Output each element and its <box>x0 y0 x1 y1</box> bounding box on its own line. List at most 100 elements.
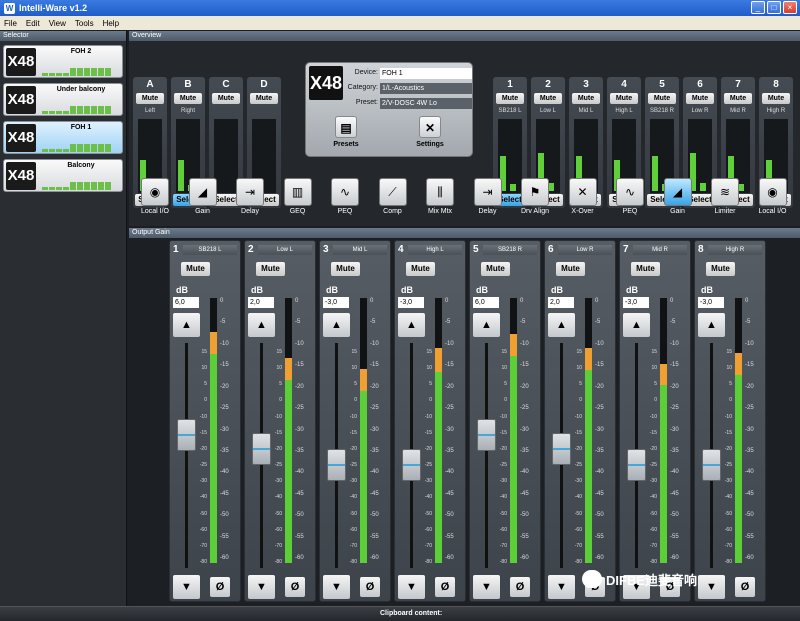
phase-invert-button[interactable]: Ø <box>285 577 305 597</box>
gain-fader[interactable] <box>477 419 496 451</box>
gain-value-field[interactable]: 2,0 <box>548 297 574 308</box>
gain-value-field[interactable]: -3,0 <box>323 297 349 308</box>
chain-node[interactable]: ◉ Local I/O <box>135 178 175 215</box>
gain-up-button[interactable]: ▲ <box>698 313 725 337</box>
mute-button[interactable]: Mute <box>572 93 600 104</box>
gain-value-field[interactable]: -3,0 <box>698 297 724 308</box>
gain-up-button[interactable]: ▲ <box>173 313 200 337</box>
chain-node[interactable]: ⇥ Delay <box>230 178 270 215</box>
mute-button[interactable]: Mute <box>331 262 360 276</box>
db-label: dB <box>701 285 713 295</box>
gain-down-button[interactable]: ▼ <box>698 575 725 599</box>
chain-node[interactable]: ⟋ Comp <box>373 178 413 215</box>
gain-up-button[interactable]: ▲ <box>248 313 275 337</box>
mute-button[interactable]: Mute <box>762 93 790 104</box>
chain-node[interactable]: ◉ Local I/O <box>753 178 793 215</box>
mute-button[interactable]: Mute <box>724 93 752 104</box>
minimize-button[interactable]: _ <box>751 1 765 14</box>
phase-invert-button[interactable]: Ø <box>435 577 455 597</box>
phase-invert-button[interactable]: Ø <box>510 577 530 597</box>
fader-scale-tick: -20 <box>574 445 582 452</box>
gain-fader[interactable] <box>177 419 196 451</box>
settings-button[interactable]: ✕ Settings <box>410 116 450 156</box>
gain-fader[interactable] <box>327 449 346 481</box>
mute-button[interactable]: Mute <box>181 262 210 276</box>
meter-scale-tick: -30 <box>370 426 379 433</box>
gain-value-field[interactable]: -3,0 <box>398 297 424 308</box>
chain-node[interactable]: ∿ PEQ <box>610 178 650 215</box>
menu-tools[interactable]: Tools <box>75 19 94 28</box>
mute-button[interactable]: Mute <box>496 93 524 104</box>
chain-node[interactable]: ⫼ Mix Mtx <box>420 178 460 215</box>
chain-node[interactable]: ⚑ Drv Align <box>515 178 555 215</box>
gain-fader[interactable] <box>252 433 271 465</box>
mute-button[interactable]: Mute <box>686 93 714 104</box>
maximize-button[interactable]: □ <box>767 1 781 14</box>
mute-button[interactable]: Mute <box>556 262 585 276</box>
phase-invert-button[interactable]: Ø <box>735 577 755 597</box>
mute-button[interactable]: Mute <box>256 262 285 276</box>
gain-down-button[interactable]: ▼ <box>173 575 200 599</box>
menu-edit[interactable]: Edit <box>26 19 40 28</box>
gain-down-button[interactable]: ▼ <box>473 575 500 599</box>
gain-up-button[interactable]: ▲ <box>548 313 575 337</box>
mute-button[interactable]: Mute <box>212 93 240 104</box>
gain-down-button[interactable]: ▼ <box>548 575 575 599</box>
chain-node[interactable]: ⇥ Delay <box>468 178 508 215</box>
mute-button[interactable]: Mute <box>631 262 660 276</box>
gain-up-button[interactable]: ▲ <box>623 313 650 337</box>
gain-icon: ◢ <box>188 178 217 206</box>
meter-scale-tick: -50 <box>295 512 304 519</box>
device-meters <box>42 98 120 114</box>
device-field[interactable]: FOH 1 <box>380 68 472 79</box>
gain-up-button[interactable]: ▲ <box>398 313 425 337</box>
close-button[interactable]: × <box>783 1 797 14</box>
menu-help[interactable]: Help <box>103 19 119 28</box>
channel-label: Low R <box>691 108 709 114</box>
mute-button[interactable]: Mute <box>250 93 278 104</box>
gain-value-field[interactable]: 2,0 <box>248 297 274 308</box>
mute-button[interactable]: Mute <box>648 93 676 104</box>
device-card[interactable]: X48 FOH 2 <box>3 45 123 78</box>
chain-node[interactable]: ∿ PEQ <box>325 178 365 215</box>
chain-node[interactable]: ✕ X-Over <box>563 178 603 215</box>
mute-button[interactable]: Mute <box>174 93 202 104</box>
gain-up-button[interactable]: ▲ <box>323 313 350 337</box>
mute-button[interactable]: Mute <box>136 93 164 104</box>
gain-fader[interactable] <box>402 449 421 481</box>
gain-value-field[interactable]: -3,0 <box>623 297 649 308</box>
chain-node[interactable]: ▥ GEQ <box>278 178 318 215</box>
gain-up-button[interactable]: ▲ <box>473 313 500 337</box>
menu-view[interactable]: View <box>49 19 66 28</box>
mute-button[interactable]: Mute <box>481 262 510 276</box>
mute-button[interactable]: Mute <box>610 93 638 104</box>
gain-value-field[interactable]: 6,0 <box>173 297 199 308</box>
fader-scale-tick: -20 <box>724 445 732 452</box>
menu-file[interactable]: File <box>4 19 17 28</box>
gain-down-button[interactable]: ▼ <box>398 575 425 599</box>
gain-value-field[interactable]: 6,0 <box>473 297 499 308</box>
chain-node[interactable]: ◢ Gain <box>183 178 223 215</box>
gain-fader[interactable] <box>702 449 721 481</box>
meter-scale-tick: -40 <box>295 469 304 476</box>
chain-node[interactable]: ≋ Limiter <box>705 178 745 215</box>
mute-button[interactable]: Mute <box>706 262 735 276</box>
channel-id: 1 <box>507 79 513 90</box>
mute-button[interactable]: Mute <box>534 93 562 104</box>
gain-fader[interactable] <box>552 433 571 465</box>
gain-down-button[interactable]: ▼ <box>323 575 350 599</box>
mute-button[interactable]: Mute <box>406 262 435 276</box>
device-card[interactable]: X48 Under balcony <box>3 83 123 116</box>
device-card[interactable]: X48 FOH 1 <box>3 121 123 154</box>
db-label: dB <box>326 285 338 295</box>
presets-button[interactable]: ▤ Presets <box>326 116 366 156</box>
preset-field[interactable]: 2/V-DOSC 4W Lo <box>380 98 472 109</box>
category-label: Category: <box>347 84 378 91</box>
category-field[interactable]: 1/L-Acoustics <box>380 83 472 94</box>
device-card[interactable]: X48 Balcony <box>3 159 123 192</box>
phase-invert-button[interactable]: Ø <box>360 577 380 597</box>
chain-node[interactable]: ◢ Gain <box>658 178 698 215</box>
gain-fader[interactable] <box>627 449 646 481</box>
gain-down-button[interactable]: ▼ <box>248 575 275 599</box>
phase-invert-button[interactable]: Ø <box>210 577 230 597</box>
